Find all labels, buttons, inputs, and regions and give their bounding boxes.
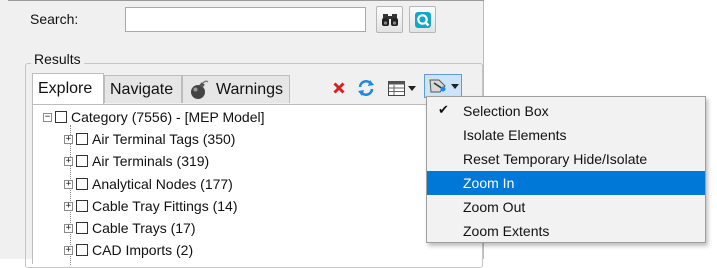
find-button[interactable]: [376, 6, 403, 33]
tree-root-node[interactable]: − Category (7556) - [MEP Model]: [43, 107, 265, 127]
tab-explore[interactable]: Explore: [32, 73, 104, 104]
expand-icon[interactable]: +: [64, 179, 73, 189]
tree-item[interactable]: + Cable Tray Fittings (14): [64, 196, 238, 216]
check-icon: ✔: [438, 102, 449, 117]
grid-view-icon: [388, 80, 405, 96]
results-legend: Results: [31, 51, 84, 67]
tree-item[interactable]: + CAD Imports (2): [64, 240, 193, 260]
tree-checkbox[interactable]: [76, 244, 88, 256]
tab-explore-label: Explore: [38, 80, 93, 97]
delete-button[interactable]: [333, 78, 345, 98]
tab-navigate[interactable]: Navigate: [104, 75, 182, 103]
chevron-down-icon: [450, 83, 459, 89]
menu-item-zoom-out[interactable]: Zoom Out: [427, 195, 705, 219]
chevron-down-icon: [408, 85, 416, 91]
menu-item-label: Zoom Out: [463, 199, 526, 215]
menu-item-zoom-in[interactable]: Zoom In: [427, 171, 705, 195]
menu-item-zoom-extents[interactable]: Zoom Extents: [427, 219, 705, 243]
tree-item[interactable]: + Air Terminals (319): [64, 151, 209, 171]
tree-checkbox[interactable]: [76, 155, 88, 167]
expand-icon[interactable]: +: [64, 134, 73, 144]
tree-checkbox[interactable]: [76, 200, 88, 212]
panel-top-border: [8, 0, 484, 1]
menu-item-label: Isolate Elements: [463, 127, 567, 143]
tree-checkbox[interactable]: [55, 111, 67, 123]
tree-checkbox[interactable]: [76, 133, 88, 145]
tree-node-label: Cable Tray Fittings (14): [92, 198, 238, 214]
close-icon: [333, 82, 345, 94]
binoculars-icon: [381, 13, 398, 26]
select-box-icon: [428, 79, 446, 93]
tree-node-label: CAD Imports (2): [92, 242, 194, 258]
tab-warnings[interactable]: Warnings: [182, 75, 290, 103]
tree-checkbox[interactable]: [76, 222, 88, 234]
tree-node-label: Air Terminal Tags (350): [92, 131, 236, 147]
tree-item[interactable]: + Cable Trays (17): [64, 218, 195, 238]
quick-search-button[interactable]: [409, 6, 436, 33]
tree-node-label: Analytical Nodes (177): [92, 176, 233, 192]
q-search-icon: [414, 11, 431, 28]
category-tree: − Category (7556) - [MEP Model] + Air Te…: [32, 104, 482, 265]
menu-item-isolate-elements[interactable]: Isolate Elements: [427, 123, 705, 147]
menu-item-label: Zoom In: [463, 175, 515, 191]
menu-item-reset-temporary-hide-isolate[interactable]: Reset Temporary Hide/Isolate: [427, 147, 705, 171]
refresh-button[interactable]: [357, 78, 375, 98]
zoom-context-menu: ✔ Selection Box Isolate Elements Reset T…: [426, 96, 706, 243]
search-label: Search:: [30, 11, 79, 27]
menu-item-label: Zoom Extents: [463, 223, 550, 239]
bomb-icon: [191, 80, 209, 99]
expand-icon[interactable]: +: [64, 156, 73, 166]
tree-node-label: Cable Trays (17): [92, 220, 196, 236]
tree-checkbox[interactable]: [76, 178, 88, 190]
expand-icon[interactable]: +: [64, 201, 73, 211]
menu-item-selection-box[interactable]: ✔ Selection Box: [427, 99, 705, 123]
menu-item-label: Reset Temporary Hide/Isolate: [463, 151, 648, 167]
tree-item[interactable]: + Analytical Nodes (177): [64, 174, 233, 194]
menu-item-label: Selection Box: [463, 103, 549, 119]
view-options-button[interactable]: [388, 78, 416, 98]
expand-icon[interactable]: +: [64, 245, 73, 255]
collapse-icon[interactable]: −: [43, 112, 52, 122]
expand-icon[interactable]: +: [64, 223, 73, 233]
selection-panel: Search: Results Explore Navigate Warning…: [0, 0, 484, 268]
search-input[interactable]: [125, 7, 366, 32]
zoom-options-button[interactable]: [424, 74, 462, 98]
refresh-icon: [358, 80, 374, 96]
tree-node-label: Category (7556) - [MEP Model]: [71, 109, 265, 125]
tab-warnings-label: Warnings: [216, 80, 283, 98]
tree-item[interactable]: + Air Terminal Tags (350): [64, 129, 235, 149]
tab-navigate-label: Navigate: [110, 80, 174, 98]
tree-node-label: Air Terminals (319): [92, 153, 210, 169]
